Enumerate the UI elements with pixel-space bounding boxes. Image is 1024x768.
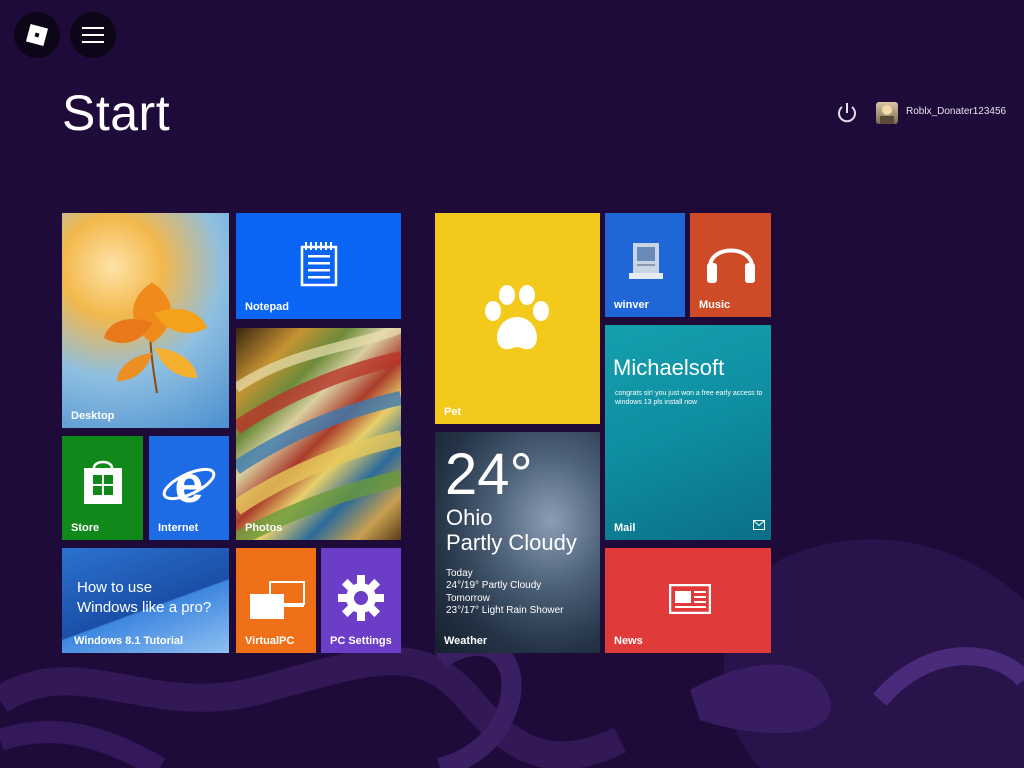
tile-label: winver xyxy=(614,299,649,311)
tile-virtualpc[interactable]: VirtualPC xyxy=(236,548,316,653)
tile-pet[interactable]: Pet xyxy=(435,213,600,424)
tile-label: Windows 8.1 Tutorial xyxy=(74,635,184,647)
tile-store[interactable]: Store xyxy=(62,436,143,540)
tile-label: Notepad xyxy=(245,301,289,313)
tile-label: Weather xyxy=(444,635,488,647)
news-icon xyxy=(669,584,711,614)
tile-label: Music xyxy=(699,299,731,311)
mail-message: congrats sir! you just won a free early … xyxy=(615,390,763,407)
tile-label: PC Settings xyxy=(330,635,392,647)
tutorial-line-1: How to use xyxy=(77,579,153,596)
tile-label: Mail xyxy=(614,522,636,534)
tile-notepad[interactable]: Notepad xyxy=(236,213,401,319)
hamburger-menu-icon xyxy=(82,27,104,43)
tile-label: Photos xyxy=(245,522,283,534)
tile-winver[interactable]: winver xyxy=(605,213,685,317)
autumn-leaf-icon xyxy=(104,282,207,394)
tile-music[interactable]: Music xyxy=(690,213,771,317)
mail-sender: Michaelsoft xyxy=(613,355,725,380)
gear-icon xyxy=(338,575,384,621)
tile-mail[interactable]: Michaelsoft congrats sir! you just won a… xyxy=(605,325,771,540)
username[interactable]: Roblx_Donater123456 xyxy=(906,106,1006,117)
tile-photos[interactable]: Photos xyxy=(236,328,401,540)
tile-label: Store xyxy=(71,522,100,534)
tile-label: Internet xyxy=(158,522,199,534)
weather-tomorrow-forecast: 23°/17° Light Rain Shower xyxy=(446,605,564,616)
roblox-logo-button[interactable] xyxy=(14,12,60,58)
tile-label: VirtualPC xyxy=(245,635,295,647)
menu-button[interactable] xyxy=(70,12,116,58)
avatar[interactable] xyxy=(876,102,898,124)
weather-temperature: 24° xyxy=(445,442,533,507)
computer-icon xyxy=(629,243,663,279)
svg-text:e: e xyxy=(175,458,204,510)
weather-today-forecast: 24°/19° Partly Cloudy xyxy=(446,580,542,591)
tile-desktop[interactable]: Desktop xyxy=(62,213,229,428)
store-bag-icon xyxy=(84,460,122,504)
photos-background-image xyxy=(236,328,401,540)
tile-internet[interactable]: e Internet xyxy=(149,436,229,540)
virtual-pc-icon xyxy=(250,581,305,619)
weather-tomorrow-label: Tomorrow xyxy=(446,593,490,604)
power-icon[interactable] xyxy=(834,100,860,126)
roblox-logo-icon xyxy=(25,23,49,47)
weather-city: Ohio xyxy=(446,505,493,530)
page-title: Start xyxy=(62,85,171,141)
tutorial-line-2: Windows like a pro? xyxy=(77,599,212,617)
envelope-icon xyxy=(753,520,765,530)
notepad-icon xyxy=(300,242,338,287)
tile-news[interactable]: News xyxy=(605,548,771,653)
user-avatar-icon xyxy=(880,105,894,124)
paw-icon xyxy=(485,285,549,350)
tutorial-text: How to use Windows like a pro? xyxy=(77,578,211,619)
weather-today-label: Today xyxy=(446,568,473,579)
weather-condition: Partly Cloudy xyxy=(446,530,577,555)
tile-label: News xyxy=(614,635,643,647)
internet-explorer-icon: e xyxy=(162,458,216,510)
tile-label: Desktop xyxy=(71,410,115,422)
tile-label: Pet xyxy=(444,406,462,418)
tile-pc-settings[interactable]: PC Settings xyxy=(321,548,401,653)
headphones-icon xyxy=(707,248,755,283)
tile-windows-tutorial[interactable]: How to use Windows like a pro? Windows 8… xyxy=(62,548,229,653)
tile-weather[interactable]: 24° Ohio Partly Cloudy Today 24°/19° Par… xyxy=(435,432,600,653)
